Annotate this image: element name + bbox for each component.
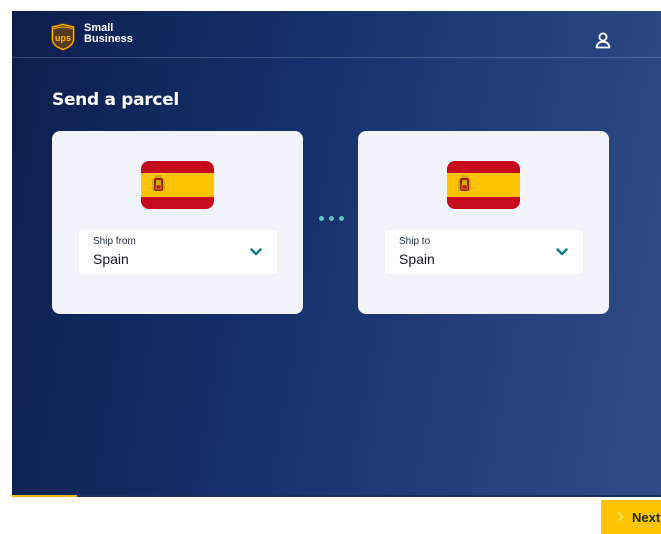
progress-fill [12,495,77,497]
ship-to-label: Ship to [399,236,431,247]
ship-to-value: Spain [399,251,435,267]
chevron-down-icon[interactable] [555,245,569,259]
ship-to-card: Ship to Spain [358,131,609,314]
top-bar: ups Small Business [12,11,661,58]
progress-bar [12,495,661,497]
ship-from-select[interactable]: Ship from Spain [79,230,277,274]
dots-connector-icon [317,216,347,224]
ship-to-select[interactable]: Ship to Spain [385,230,583,274]
ship-from-card: Ship from Spain [52,131,303,314]
brand-line-2: Business [84,33,133,45]
chevron-right-icon [617,511,624,523]
spain-flag-icon [447,161,520,209]
ups-logo-icon[interactable]: ups [51,23,75,51]
hero-panel: ups Small Business Send a parcel Ship fr… [12,11,661,497]
ship-from-label: Ship from [93,236,136,247]
next-button[interactable]: Next [601,500,661,534]
chevron-down-icon[interactable] [249,245,263,259]
page-title: Send a parcel [52,90,179,110]
user-icon[interactable] [594,31,612,49]
brand-name: Small Business [84,23,133,45]
spain-flag-icon [141,161,214,209]
next-button-label: Next [632,510,661,525]
ship-from-value: Spain [93,251,129,267]
svg-text:ups: ups [55,33,71,43]
